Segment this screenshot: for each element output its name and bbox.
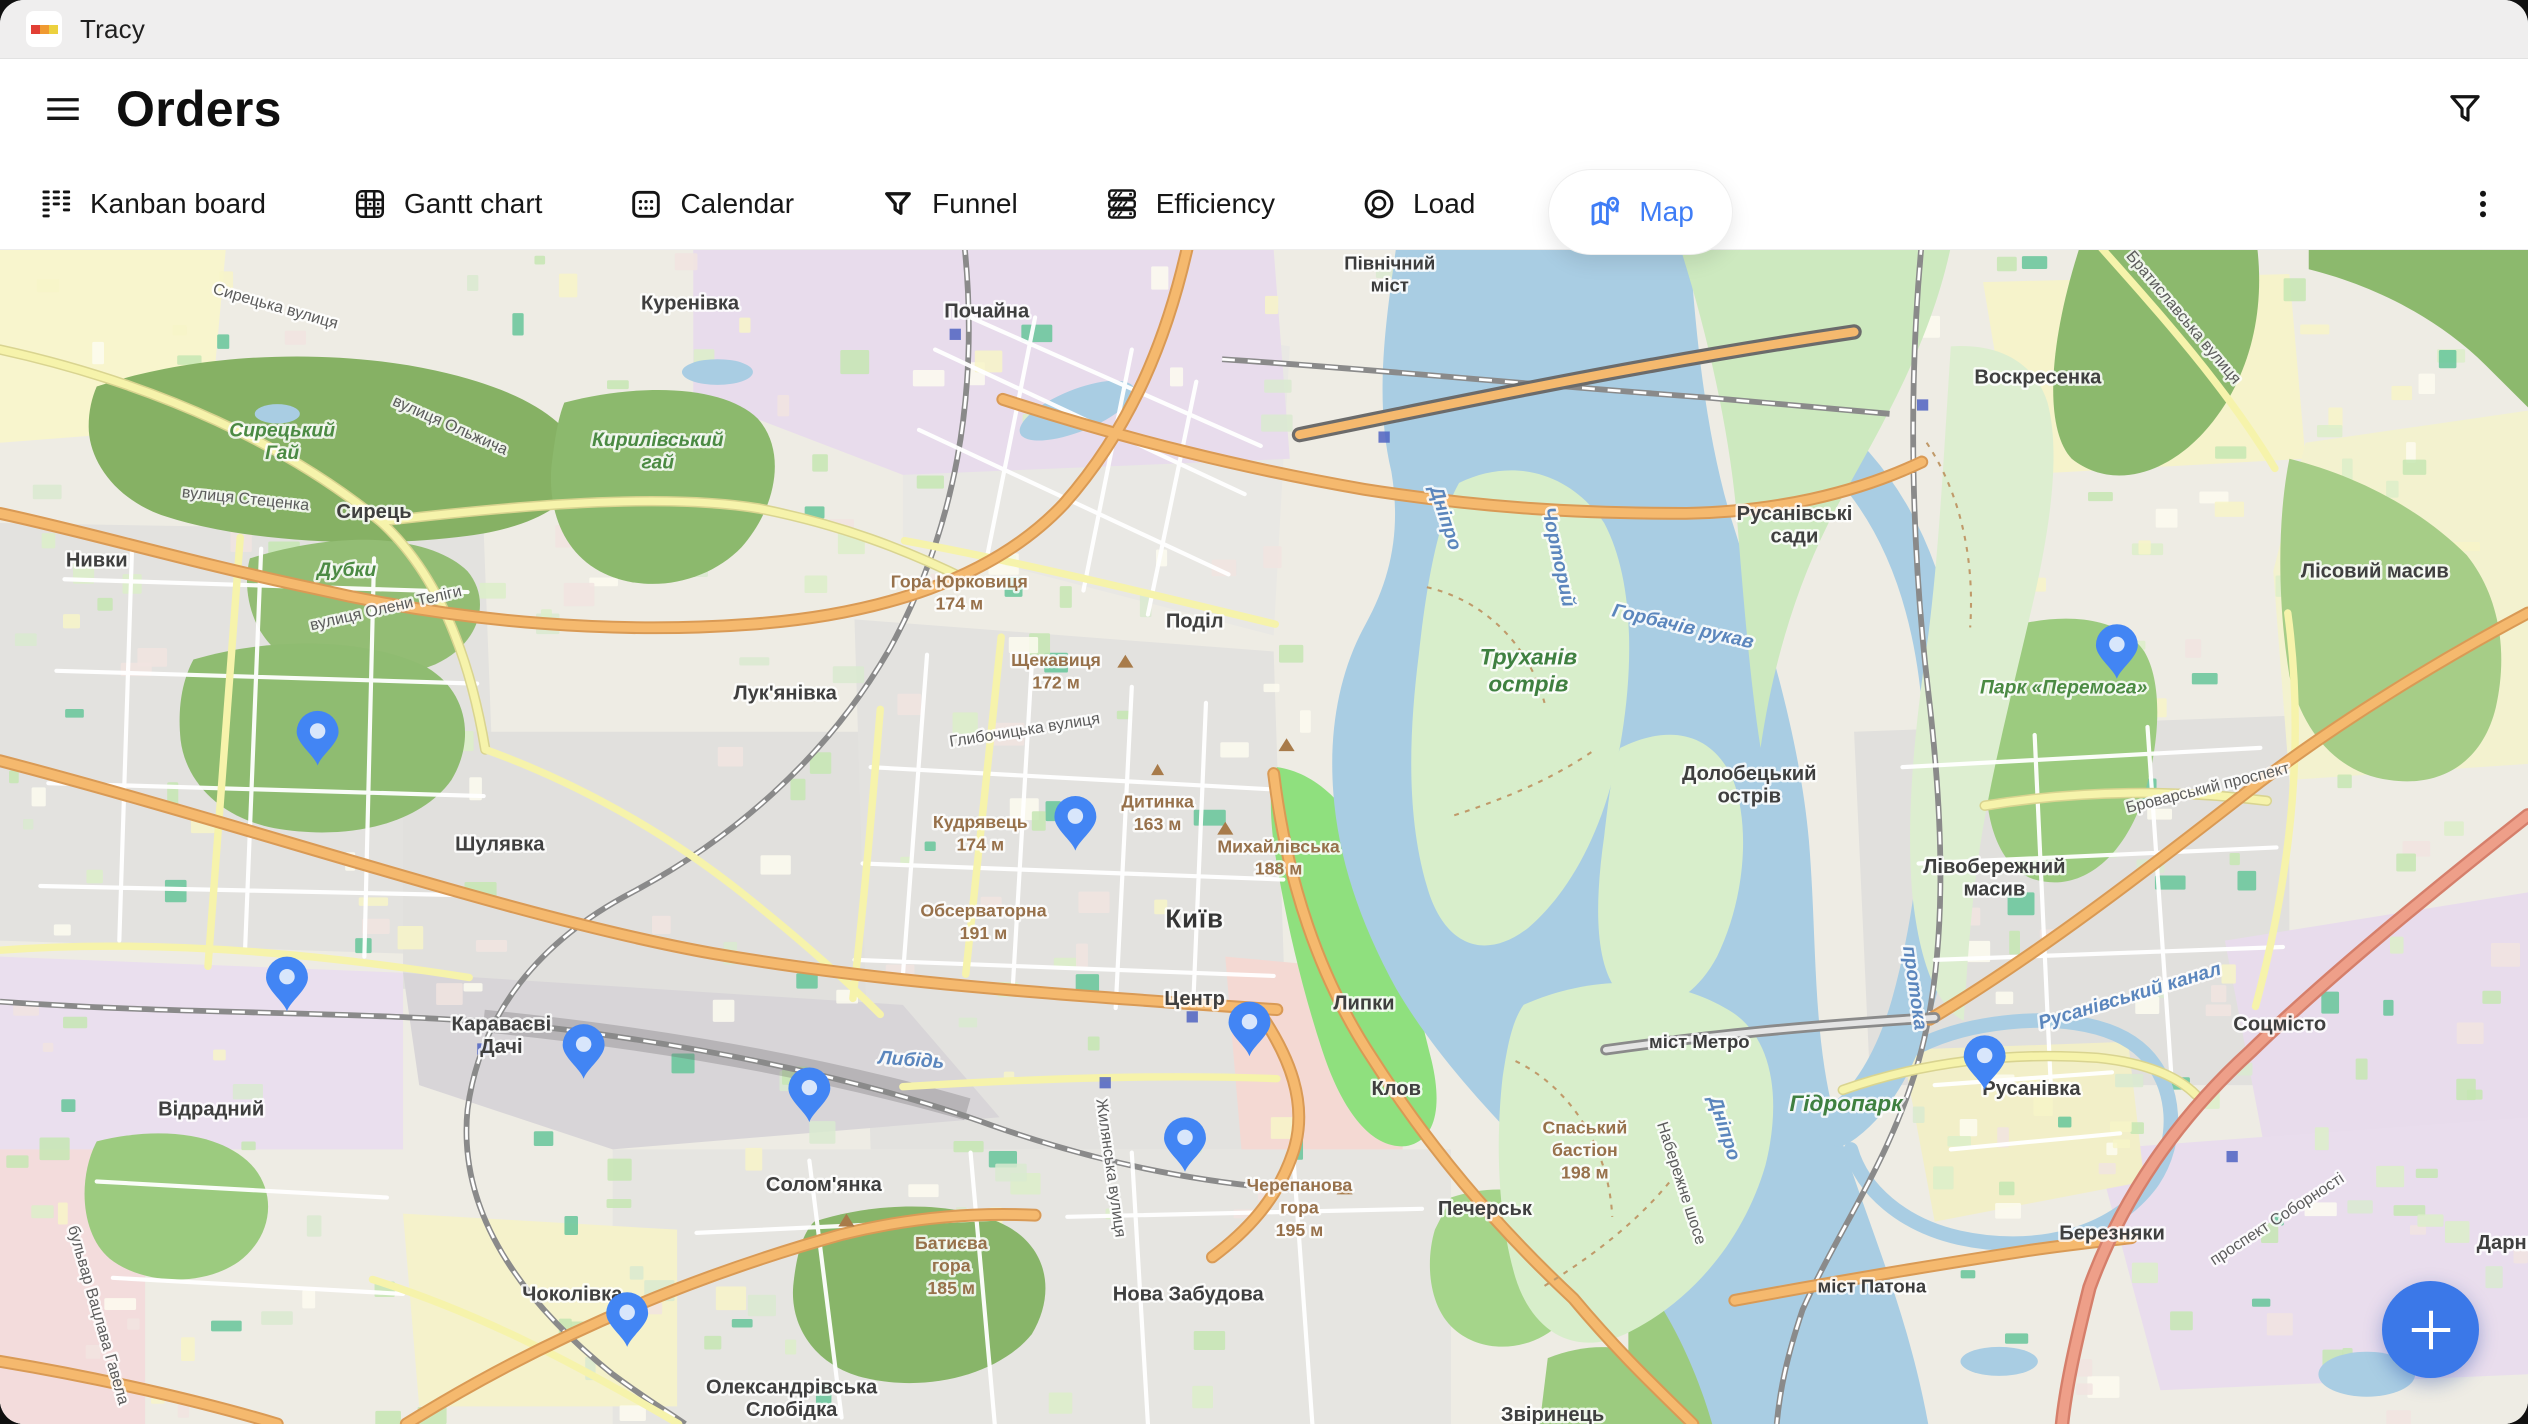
map-view[interactable]: ПівнічниймістКуренівкаПочайнаВоскресенка… bbox=[0, 250, 2528, 1424]
map-label: Лісовий масив bbox=[2301, 561, 2449, 583]
tab-label: Gantt chart bbox=[404, 188, 543, 220]
tab-funnel[interactable]: Funnel bbox=[868, 162, 1030, 246]
map-label: Соцмісто bbox=[2233, 1014, 2326, 1036]
filter-icon[interactable] bbox=[2444, 88, 2486, 130]
tab-load[interactable]: Load bbox=[1349, 162, 1487, 246]
map-label: Нова Забудова bbox=[1113, 1283, 1265, 1305]
page-title: Orders bbox=[116, 80, 282, 138]
map-label: Центр bbox=[1164, 988, 1225, 1010]
window-titlebar: Tracy bbox=[0, 0, 2528, 59]
app-window: Tracy Orders Kanban board Gantt chart Cale… bbox=[0, 0, 2528, 1424]
map-label: Почайна bbox=[944, 300, 1030, 322]
tab-label: Funnel bbox=[932, 188, 1018, 220]
map-label: Березняки bbox=[2059, 1222, 2165, 1244]
load-icon bbox=[1361, 186, 1397, 222]
map-label: міст Метро bbox=[1649, 1031, 1750, 1052]
map-label: Липки bbox=[1333, 993, 1394, 1015]
tab-kanban[interactable]: Kanban board bbox=[26, 162, 278, 246]
add-order-button[interactable] bbox=[2382, 1281, 2479, 1378]
tab-label: Load bbox=[1413, 188, 1475, 220]
map-label: Куренівка bbox=[641, 292, 740, 314]
map-label: Нивки bbox=[66, 549, 128, 571]
map-label: Шулявка bbox=[455, 834, 545, 856]
tab-label: Map bbox=[1639, 196, 1693, 228]
menu-icon[interactable] bbox=[42, 88, 84, 130]
efficiency-icon bbox=[1104, 186, 1140, 222]
map-label: Київ bbox=[1165, 906, 1224, 934]
map-label: Лук'янівка bbox=[733, 683, 837, 705]
map-label: Дубки bbox=[315, 560, 376, 581]
map-label: Гідропарк bbox=[1789, 1091, 1904, 1116]
plus-icon bbox=[2399, 1298, 2463, 1362]
tab-map[interactable]: Map bbox=[1549, 170, 1731, 254]
map-label: Відрадний bbox=[158, 1099, 264, 1121]
map-label: Сирець bbox=[336, 501, 411, 523]
tab-efficiency[interactable]: Efficiency bbox=[1092, 162, 1287, 246]
map-label: Клов bbox=[1371, 1078, 1421, 1100]
page-header: Orders bbox=[0, 59, 2528, 159]
map-label: Поділ bbox=[1166, 610, 1224, 632]
map-label: Солом'янка bbox=[766, 1174, 883, 1196]
tab-label: Efficiency bbox=[1156, 188, 1275, 220]
map-label: Воскресенка bbox=[1974, 366, 2102, 388]
tab-label: Calendar bbox=[680, 188, 794, 220]
view-tabs-bar: Kanban board Gantt chart Calendar Funnel Eff… bbox=[0, 159, 2528, 250]
gantt-icon bbox=[352, 186, 388, 222]
map-canvas[interactable]: ПівнічниймістКуренівкаПочайнаВоскресенка… bbox=[0, 250, 2528, 1424]
map-label: Звіринець bbox=[1501, 1404, 1604, 1424]
tab-calendar[interactable]: Calendar bbox=[616, 162, 806, 246]
map-label: Печерськ bbox=[1438, 1198, 1533, 1220]
kanban-icon bbox=[38, 186, 74, 222]
tracy-logo-icon bbox=[26, 11, 62, 47]
map-label: міст Патона bbox=[1817, 1275, 1926, 1296]
calendar-icon bbox=[628, 186, 664, 222]
map-label: Русанівка bbox=[1982, 1078, 2081, 1100]
map-label: Чоколівка bbox=[522, 1283, 623, 1305]
app-title: Tracy bbox=[80, 14, 145, 45]
view-tabs: Kanban board Gantt chart Calendar Funnel Eff… bbox=[26, 159, 1732, 249]
kebab-icon[interactable] bbox=[2464, 185, 2502, 223]
funnel-icon bbox=[880, 186, 916, 222]
tab-gantt[interactable]: Gantt chart bbox=[340, 162, 555, 246]
map-label: Парк «Перемога» bbox=[1980, 677, 2148, 698]
tab-label: Kanban board bbox=[90, 188, 266, 220]
map-label: Дарниця bbox=[2477, 1232, 2528, 1254]
map-icon bbox=[1587, 194, 1623, 230]
